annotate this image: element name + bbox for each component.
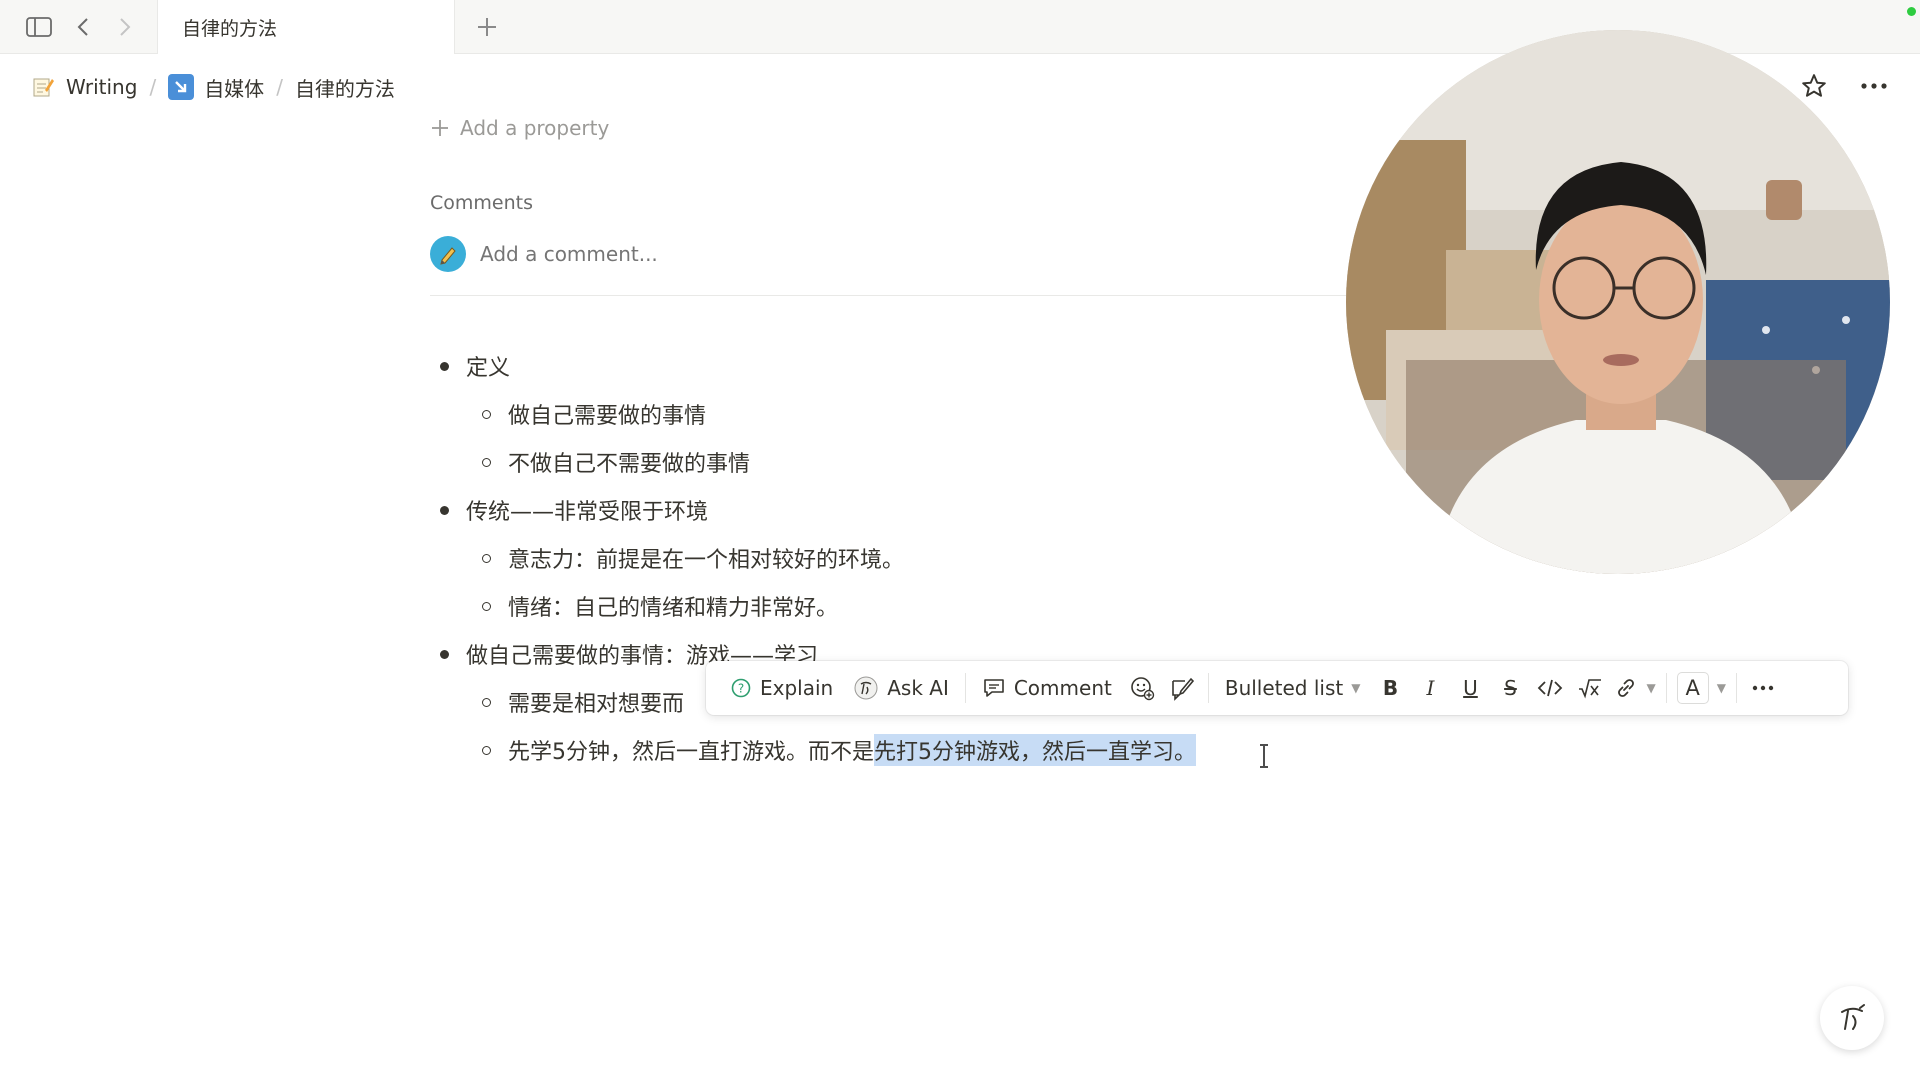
bullet-dot-icon <box>440 361 449 371</box>
toolbar-separator <box>1665 673 1667 703</box>
sidebar-toggle-icon[interactable] <box>24 12 54 42</box>
list-item-text: 意志力：前提是在一个相对较好的环境。 <box>508 548 905 573</box>
list-item-text: 不做自己不需要做的事情 <box>508 452 751 477</box>
chevron-down-icon: ▼ <box>1646 681 1656 695</box>
block-type-dropdown[interactable]: Bulleted list ▼ <box>1215 668 1371 708</box>
comment-label: Comment <box>1013 676 1112 700</box>
comment-bubble-icon <box>984 679 1004 697</box>
breadcrumb: Writing / 自媒体 / 自律的方法 <box>30 70 395 104</box>
text-color-button: A <box>1676 672 1709 704</box>
text-color-dropdown[interactable]: A ▼ <box>1673 668 1730 708</box>
breadcrumb-item-current[interactable]: 自律的方法 <box>295 73 395 102</box>
more-options-icon[interactable] <box>1858 70 1890 102</box>
list-item[interactable]: 做自己需要做的事情 <box>482 398 706 430</box>
link-icon <box>1618 679 1635 697</box>
breadcrumb-separator: / <box>276 75 283 99</box>
explain-button[interactable]: ? Explain <box>720 668 843 708</box>
list-item-text: 传统——非常受限于环境 <box>466 500 709 525</box>
explain-label: Explain <box>760 676 834 700</box>
list-item[interactable]: 不做自己不需要做的事情 <box>482 446 750 478</box>
ai-assistant-button[interactable] <box>1820 986 1884 1050</box>
selected-text[interactable]: 先打5分钟游戏，然后一直学习。 <box>874 734 1196 766</box>
list-item-text: 情绪：自己的情绪和精力非常好。 <box>508 596 839 621</box>
avatar <box>430 236 466 272</box>
list-item[interactable]: 传统——非常受限于环境 <box>440 494 708 526</box>
italic-button[interactable]: I <box>1410 668 1450 708</box>
comment-composer <box>430 236 1078 272</box>
breadcrumb-separator: / <box>149 75 157 99</box>
pencil-icon <box>440 247 456 265</box>
link-dropdown[interactable]: ▼ <box>1610 668 1659 708</box>
comments-heading: Comments <box>430 192 533 214</box>
breadcrumb-label: 自律的方法 <box>294 76 395 101</box>
breadcrumb-label: Writing <box>66 75 138 99</box>
list-item[interactable]: 情绪：自己的情绪和精力非常好。 <box>482 590 838 622</box>
bullet-dot-icon <box>440 505 449 515</box>
list-item[interactable]: 意志力：前提是在一个相对较好的环境。 <box>482 542 904 574</box>
comment-input[interactable] <box>478 241 1078 267</box>
plus-icon <box>432 120 448 136</box>
list-item[interactable]: 需要是相对想要而 <box>482 686 684 718</box>
status-dot <box>1907 7 1916 16</box>
arrow-box-icon <box>168 74 195 100</box>
formatting-toolbar: ? Explain Ask AI Comment Bulleted list ▼… <box>706 661 1848 715</box>
code-icon[interactable] <box>1530 668 1570 708</box>
ask-ai-button[interactable]: Ask AI <box>843 668 959 708</box>
toolbar-separator <box>964 673 966 703</box>
svg-text:?: ? <box>738 682 744 696</box>
equation-icon[interactable] <box>1570 668 1610 708</box>
memo-icon <box>30 74 56 100</box>
ask-ai-label: Ask AI <box>887 676 949 700</box>
ai-face-icon <box>1841 1004 1865 1030</box>
tab-current-page[interactable]: 自律的方法 <box>157 0 455 54</box>
list-item[interactable]: 先学5分钟，然后一直打游戏。而不是 先打5分钟游戏，然后一直学习。 <box>482 734 1196 766</box>
comment-button[interactable]: Comment <box>972 668 1122 708</box>
ai-face-icon <box>854 676 878 700</box>
breadcrumb-item-writing[interactable]: Writing <box>30 74 137 100</box>
more-options-icon[interactable] <box>1743 668 1783 708</box>
tab-title: 自律的方法 <box>182 17 278 40</box>
breadcrumb-label: 自媒体 <box>204 76 265 101</box>
question-circle-icon: ? <box>731 678 751 698</box>
webcam-person-image <box>1346 30 1890 574</box>
bullet-dot-icon <box>440 649 449 659</box>
add-property-button[interactable]: Add a property <box>430 116 609 140</box>
text-cursor-icon <box>1260 744 1268 768</box>
page-actions <box>1798 70 1890 102</box>
list-item-text: 定义 <box>466 356 511 381</box>
chevron-down-icon: ▼ <box>1716 681 1726 695</box>
breadcrumb-item-media[interactable]: 自媒体 <box>168 73 264 102</box>
bullet-circle-icon <box>482 553 491 563</box>
bullet-circle-icon <box>482 697 491 707</box>
back-arrow-icon[interactable] <box>68 12 98 42</box>
block-type-label: Bulleted list <box>1224 676 1344 700</box>
chevron-down-icon: ▼ <box>1351 681 1361 695</box>
forward-arrow-icon[interactable] <box>110 12 140 42</box>
bullet-circle-icon <box>482 457 491 467</box>
favorite-star-icon[interactable] <box>1798 70 1830 102</box>
bullet-circle-icon <box>482 409 491 419</box>
bullet-circle-icon <box>482 745 491 755</box>
bullet-circle-icon <box>482 601 491 611</box>
list-item-text: 做自己需要做的事情 <box>508 404 707 429</box>
list-item[interactable]: 定义 <box>440 350 510 382</box>
bold-button[interactable]: B <box>1370 668 1410 708</box>
strikethrough-button[interactable]: S <box>1490 668 1530 708</box>
suggest-edit-icon[interactable] <box>1162 668 1202 708</box>
new-tab-plus-icon[interactable] <box>470 10 504 44</box>
toolbar-separator <box>1735 673 1737 703</box>
toolbar-separator <box>1207 673 1209 703</box>
emoji-reaction-icon[interactable] <box>1122 668 1162 708</box>
divider <box>430 295 1360 296</box>
underline-button[interactable]: U <box>1450 668 1490 708</box>
add-property-label: Add a property <box>460 116 610 140</box>
list-item-text: 先学5分钟，然后一直打游戏。而不是 <box>508 740 874 765</box>
webcam-overlay <box>1346 30 1890 574</box>
list-item-text: 需要是相对想要而 <box>508 692 685 717</box>
